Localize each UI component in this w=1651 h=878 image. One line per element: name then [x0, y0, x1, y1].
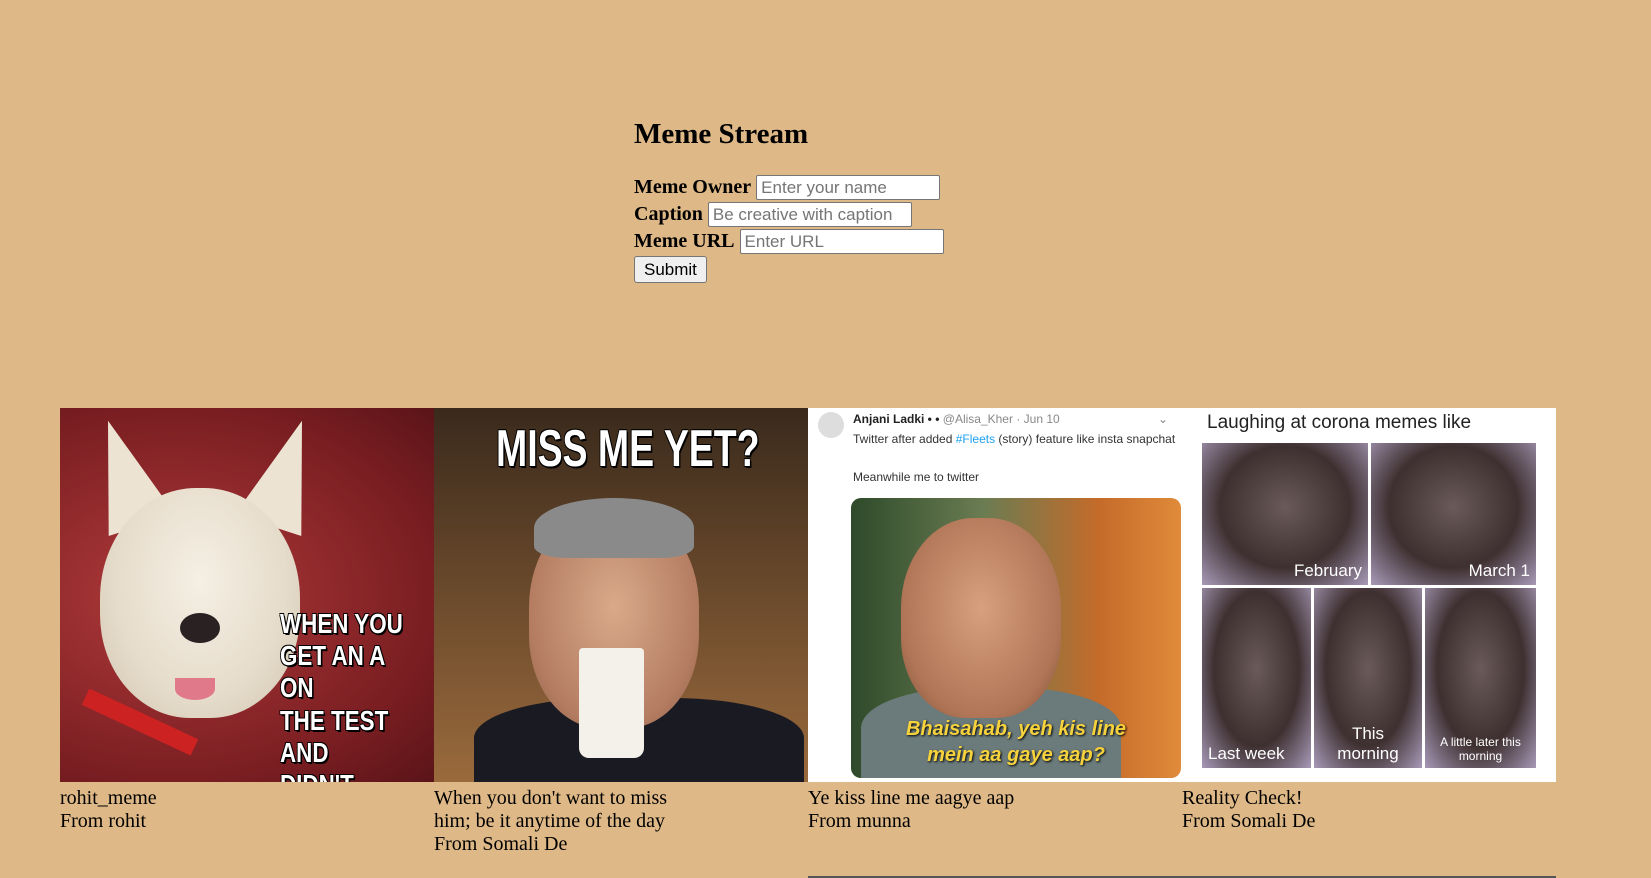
meme-image-text-line: DIDN'T STUDY. [280, 769, 403, 782]
meme-image-text: WHEN YOU GET AN A ON THE TEST AND DIDN'T… [280, 608, 403, 782]
meme-image: WHEN YOU GET AN A ON THE TEST AND DIDN'T… [60, 408, 434, 782]
meme-owner: From munna [808, 810, 911, 832]
meme-form: Meme Stream Meme Owner Caption Meme URL … [634, 116, 1134, 283]
meme-owner: From Somali De [434, 833, 568, 855]
meme-image-text: MISS ME YET? [496, 420, 760, 478]
tweet-subtext: Meanwhile me to twitter [853, 470, 980, 484]
cup-shape [579, 648, 644, 758]
caption-input[interactable] [707, 202, 912, 227]
dog-nose-shape [180, 613, 220, 643]
face-shape [901, 518, 1061, 718]
tweet-text-part: Twitter after added [853, 432, 956, 446]
meme-tile: Last week [1202, 588, 1311, 768]
submit-button[interactable]: Submit [634, 256, 707, 283]
meme-tile-label: This morning [1337, 724, 1399, 763]
meme-tile-label: March 1 [1468, 561, 1530, 580]
meme-tile: March 1 [1371, 443, 1536, 585]
dog-tongue-shape [175, 678, 215, 700]
meme-image-text-line: GET AN A ON [280, 640, 385, 704]
meme-image-text-line: THE TEST AND [280, 704, 389, 768]
meme-caption: Reality Check! [1182, 787, 1303, 809]
hair-shape [534, 498, 694, 558]
tweet-image-subtitle: Bhaisahab, yeh kis line mein aa gaye aap… [905, 718, 1127, 766]
meme-caption: rohit_meme [60, 787, 157, 809]
meme-tile: February [1202, 443, 1368, 585]
url-input[interactable] [739, 229, 944, 254]
tweet-image: Bhaisahab, yeh kis line mein aa gaye aap… [851, 498, 1181, 778]
meme-card: Anjani Ladki • • @Alisa_Kher · Jun 10 ⌄ … [808, 408, 1182, 856]
chevron-down-icon: ⌄ [1157, 412, 1168, 426]
tweet-header: Anjani Ladki • • @Alisa_Kher · Jun 10 [853, 412, 1060, 426]
meme-tile-label: February [1293, 561, 1362, 580]
tweet-text: Twitter after added #Fleets (story) feat… [853, 432, 1175, 446]
meme-owner: From rohit [60, 810, 147, 832]
meme-image-text-line: WHEN YOU [280, 608, 403, 639]
meme-image: MISS ME YET? [434, 408, 808, 782]
page-title: Meme Stream [634, 118, 809, 150]
meme-image: Laughing at corona memes like February M… [1182, 408, 1556, 782]
meme-caption: Ye kiss line me aagye aap [808, 787, 1015, 809]
meme-card: Laughing at corona memes like February M… [1182, 408, 1556, 856]
meme-image: Anjani Ladki • • @Alisa_Kher · Jun 10 ⌄ … [808, 408, 1182, 782]
tweet-hashtag: #Fleets [955, 432, 996, 446]
meme-tile-label: A little later this morning [1440, 735, 1521, 764]
meme-card: MISS ME YET? When you don't want to miss… [434, 408, 808, 856]
meme-caption: When you don't want to miss him; be it a… [434, 787, 668, 832]
meme-tile: A little later this morning [1425, 588, 1536, 768]
meme-image-title: Laughing at corona memes like [1207, 412, 1472, 433]
tweet-text-part: (story) feature like insta snapchat [995, 432, 1176, 446]
meme-tile-label: Last week [1208, 744, 1285, 763]
caption-row: Caption [634, 201, 1134, 228]
meme-owner: From Somali De [1182, 810, 1316, 832]
url-row: Meme URL [634, 228, 1134, 255]
owner-input[interactable] [756, 175, 941, 200]
meme-grid: WHEN YOU GET AN A ON THE TEST AND DIDN'T… [60, 408, 1556, 856]
tweet-author: Anjani Ladki • • [853, 412, 940, 426]
owner-label: Meme Owner [634, 176, 752, 198]
url-label: Meme URL [634, 230, 735, 252]
meme-tile: This morning [1314, 588, 1422, 768]
owner-row: Meme Owner [634, 174, 1134, 201]
avatar [818, 412, 844, 438]
caption-label: Caption [634, 203, 703, 225]
tweet-handle: @Alisa_Kher · Jun 10 [942, 412, 1060, 426]
meme-card: WHEN YOU GET AN A ON THE TEST AND DIDN'T… [60, 408, 434, 856]
